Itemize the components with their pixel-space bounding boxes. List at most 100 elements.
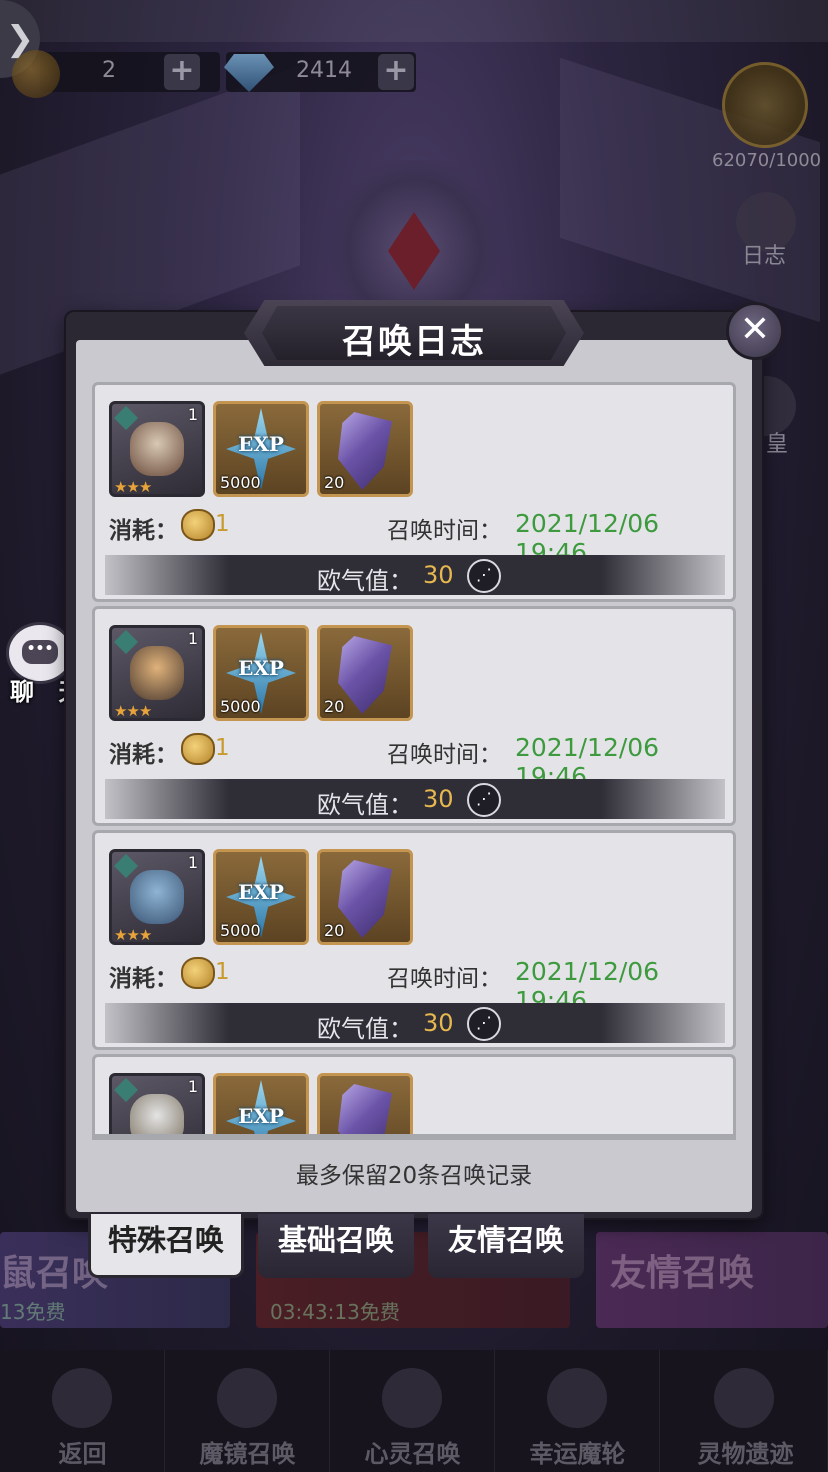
crystal-quantity: 20 <box>324 697 345 716</box>
cost-label: 消耗： <box>109 518 178 544</box>
exp-reward-slot[interactable]: EXP 5000 <box>213 401 309 497</box>
luck-value: 30 <box>423 1009 454 1037</box>
banner-middle-timer: 03:43:13免费 <box>270 1300 400 1324</box>
faction-badge-icon <box>114 854 138 878</box>
exp-reward-slot[interactable]: EXP 5000 <box>213 849 309 945</box>
nav-relic-label: 灵物遗迹 <box>697 1440 794 1468</box>
crystal-icon <box>338 1084 392 1136</box>
hero-level: 1 <box>187 629 198 648</box>
summon-time-label: 召唤时间： <box>387 966 502 992</box>
share-icon[interactable]: ⋰ <box>467 559 501 593</box>
record-list[interactable]: 1 ★★★ EXP 5000 20 消耗： 1 召唤时间： 2021/12/06… <box>92 378 736 1136</box>
token-progress: 62070/1000 <box>712 150 822 171</box>
cost-label: 消耗： <box>109 742 178 768</box>
exp-quantity: 5000 <box>220 697 261 716</box>
resource-2-plus-button[interactable]: + <box>378 54 414 90</box>
record-item: 1 ★★★ EXP 5000 20 消耗： 1 召唤时间： 2021/12/06… <box>92 382 736 602</box>
list-bottom-divider <box>92 1134 736 1140</box>
faction-badge-icon <box>114 630 138 654</box>
record-item: 1 ★★★ EXP 5000 20 消耗： 1 召唤时间： 2021/12/06… <box>92 830 736 1050</box>
crystal-reward-slot[interactable]: 20 <box>317 625 413 721</box>
luck-value: 30 <box>423 785 454 813</box>
hero-slot[interactable]: 1 ★★★ <box>109 849 205 945</box>
hero-portrait <box>130 870 184 924</box>
exp-label: EXP <box>238 1104 284 1128</box>
hero-slot[interactable]: 1 ★★★ <box>109 401 205 497</box>
exp-quantity: 5000 <box>220 473 261 492</box>
tab-friend-summon[interactable]: 友情召唤 <box>428 1214 584 1278</box>
hero-portrait <box>130 422 184 476</box>
cost-value: 1 <box>215 959 230 985</box>
crystal-reward-slot[interactable]: 20 <box>317 401 413 497</box>
record-item: 1 EXP <box>92 1054 736 1136</box>
resource-2-value: 2414 <box>296 58 352 83</box>
luck-label: 欧气值： <box>317 567 413 595</box>
luck-bar <box>105 779 725 819</box>
back-icon <box>52 1368 112 1428</box>
coin-icon <box>12 50 60 98</box>
hero-portrait <box>130 1094 184 1136</box>
luck-value: 30 <box>423 561 454 589</box>
exp-label: EXP <box>238 432 284 456</box>
rank-label: 皇 <box>766 432 789 457</box>
banner-right-title: 友情召唤 <box>610 1253 755 1294</box>
resource-1-value: 2 <box>102 58 116 83</box>
hero-level: 1 <box>187 853 198 872</box>
nav-back-label: 返回 <box>58 1440 107 1468</box>
nav-heart-summon-label: 心灵召唤 <box>364 1440 461 1468</box>
hero-slot[interactable]: 1 <box>109 1073 205 1136</box>
summon-token-icon[interactable] <box>722 62 808 148</box>
crystal-icon <box>338 860 392 938</box>
relic-icon <box>714 1368 774 1428</box>
crystal-icon <box>338 412 392 490</box>
hero-stars: ★★★ <box>114 926 152 944</box>
luck-label: 欧气值： <box>317 1015 413 1043</box>
crystal-reward-slot[interactable] <box>317 1073 413 1136</box>
top-bar <box>0 0 828 42</box>
crystal-quantity: 20 <box>324 921 345 940</box>
wheel-icon <box>547 1368 607 1428</box>
mirror-icon <box>217 1368 277 1428</box>
hero-slot[interactable]: 1 ★★★ <box>109 625 205 721</box>
hero-stars: ★★★ <box>114 478 152 496</box>
heart-crystal-icon <box>382 1368 442 1428</box>
close-button[interactable]: ✕ <box>726 302 784 360</box>
banner-left-timer: 13免费 <box>0 1300 66 1324</box>
cost-label: 消耗： <box>109 966 178 992</box>
tab-basic-summon[interactable]: 基础召唤 <box>258 1214 414 1278</box>
footer-note: 最多保留20条召唤记录 <box>295 1163 533 1189</box>
exp-quantity: 5000 <box>220 921 261 940</box>
hero-level: 1 <box>187 1077 198 1096</box>
luck-label: 欧气值： <box>317 791 413 819</box>
faction-badge-icon <box>114 1078 138 1102</box>
luck-bar <box>105 555 725 595</box>
exp-label: EXP <box>238 880 284 904</box>
exp-label: EXP <box>238 656 284 680</box>
nav-mirror-summon-label: 魔镜召唤 <box>199 1440 296 1468</box>
share-icon[interactable]: ⋰ <box>467 783 501 817</box>
cost-value: 1 <box>215 735 230 761</box>
crystal-icon <box>338 636 392 714</box>
nav-lucky-wheel-label: 幸运魔轮 <box>529 1440 626 1468</box>
exp-reward-slot[interactable]: EXP <box>213 1073 309 1136</box>
resource-1-plus-button[interactable]: + <box>164 54 200 90</box>
hero-stars: ★★★ <box>114 702 152 720</box>
share-icon[interactable]: ⋰ <box>467 1007 501 1041</box>
luck-bar <box>105 1003 725 1043</box>
exp-reward-slot[interactable]: EXP 5000 <box>213 625 309 721</box>
crystal-reward-slot[interactable]: 20 <box>317 849 413 945</box>
record-item: 1 ★★★ EXP 5000 20 消耗： 1 召唤时间： 2021/12/06… <box>92 606 736 826</box>
faction-badge-icon <box>114 406 138 430</box>
chat-bubble-icon: ••• <box>22 640 58 664</box>
summon-token-icon <box>181 957 215 989</box>
cost-value: 1 <box>215 511 230 537</box>
dialog-title: 召唤日志 <box>342 322 486 362</box>
hero-level: 1 <box>187 405 198 424</box>
summon-time-label: 召唤时间： <box>387 518 502 544</box>
log-label: 日志 <box>742 244 787 269</box>
hero-portrait <box>130 646 184 700</box>
summon-token-icon <box>181 509 215 541</box>
summon-token-icon <box>181 733 215 765</box>
crystal-quantity: 20 <box>324 473 345 492</box>
tab-special-summon[interactable]: 特殊召唤 <box>88 1214 244 1278</box>
